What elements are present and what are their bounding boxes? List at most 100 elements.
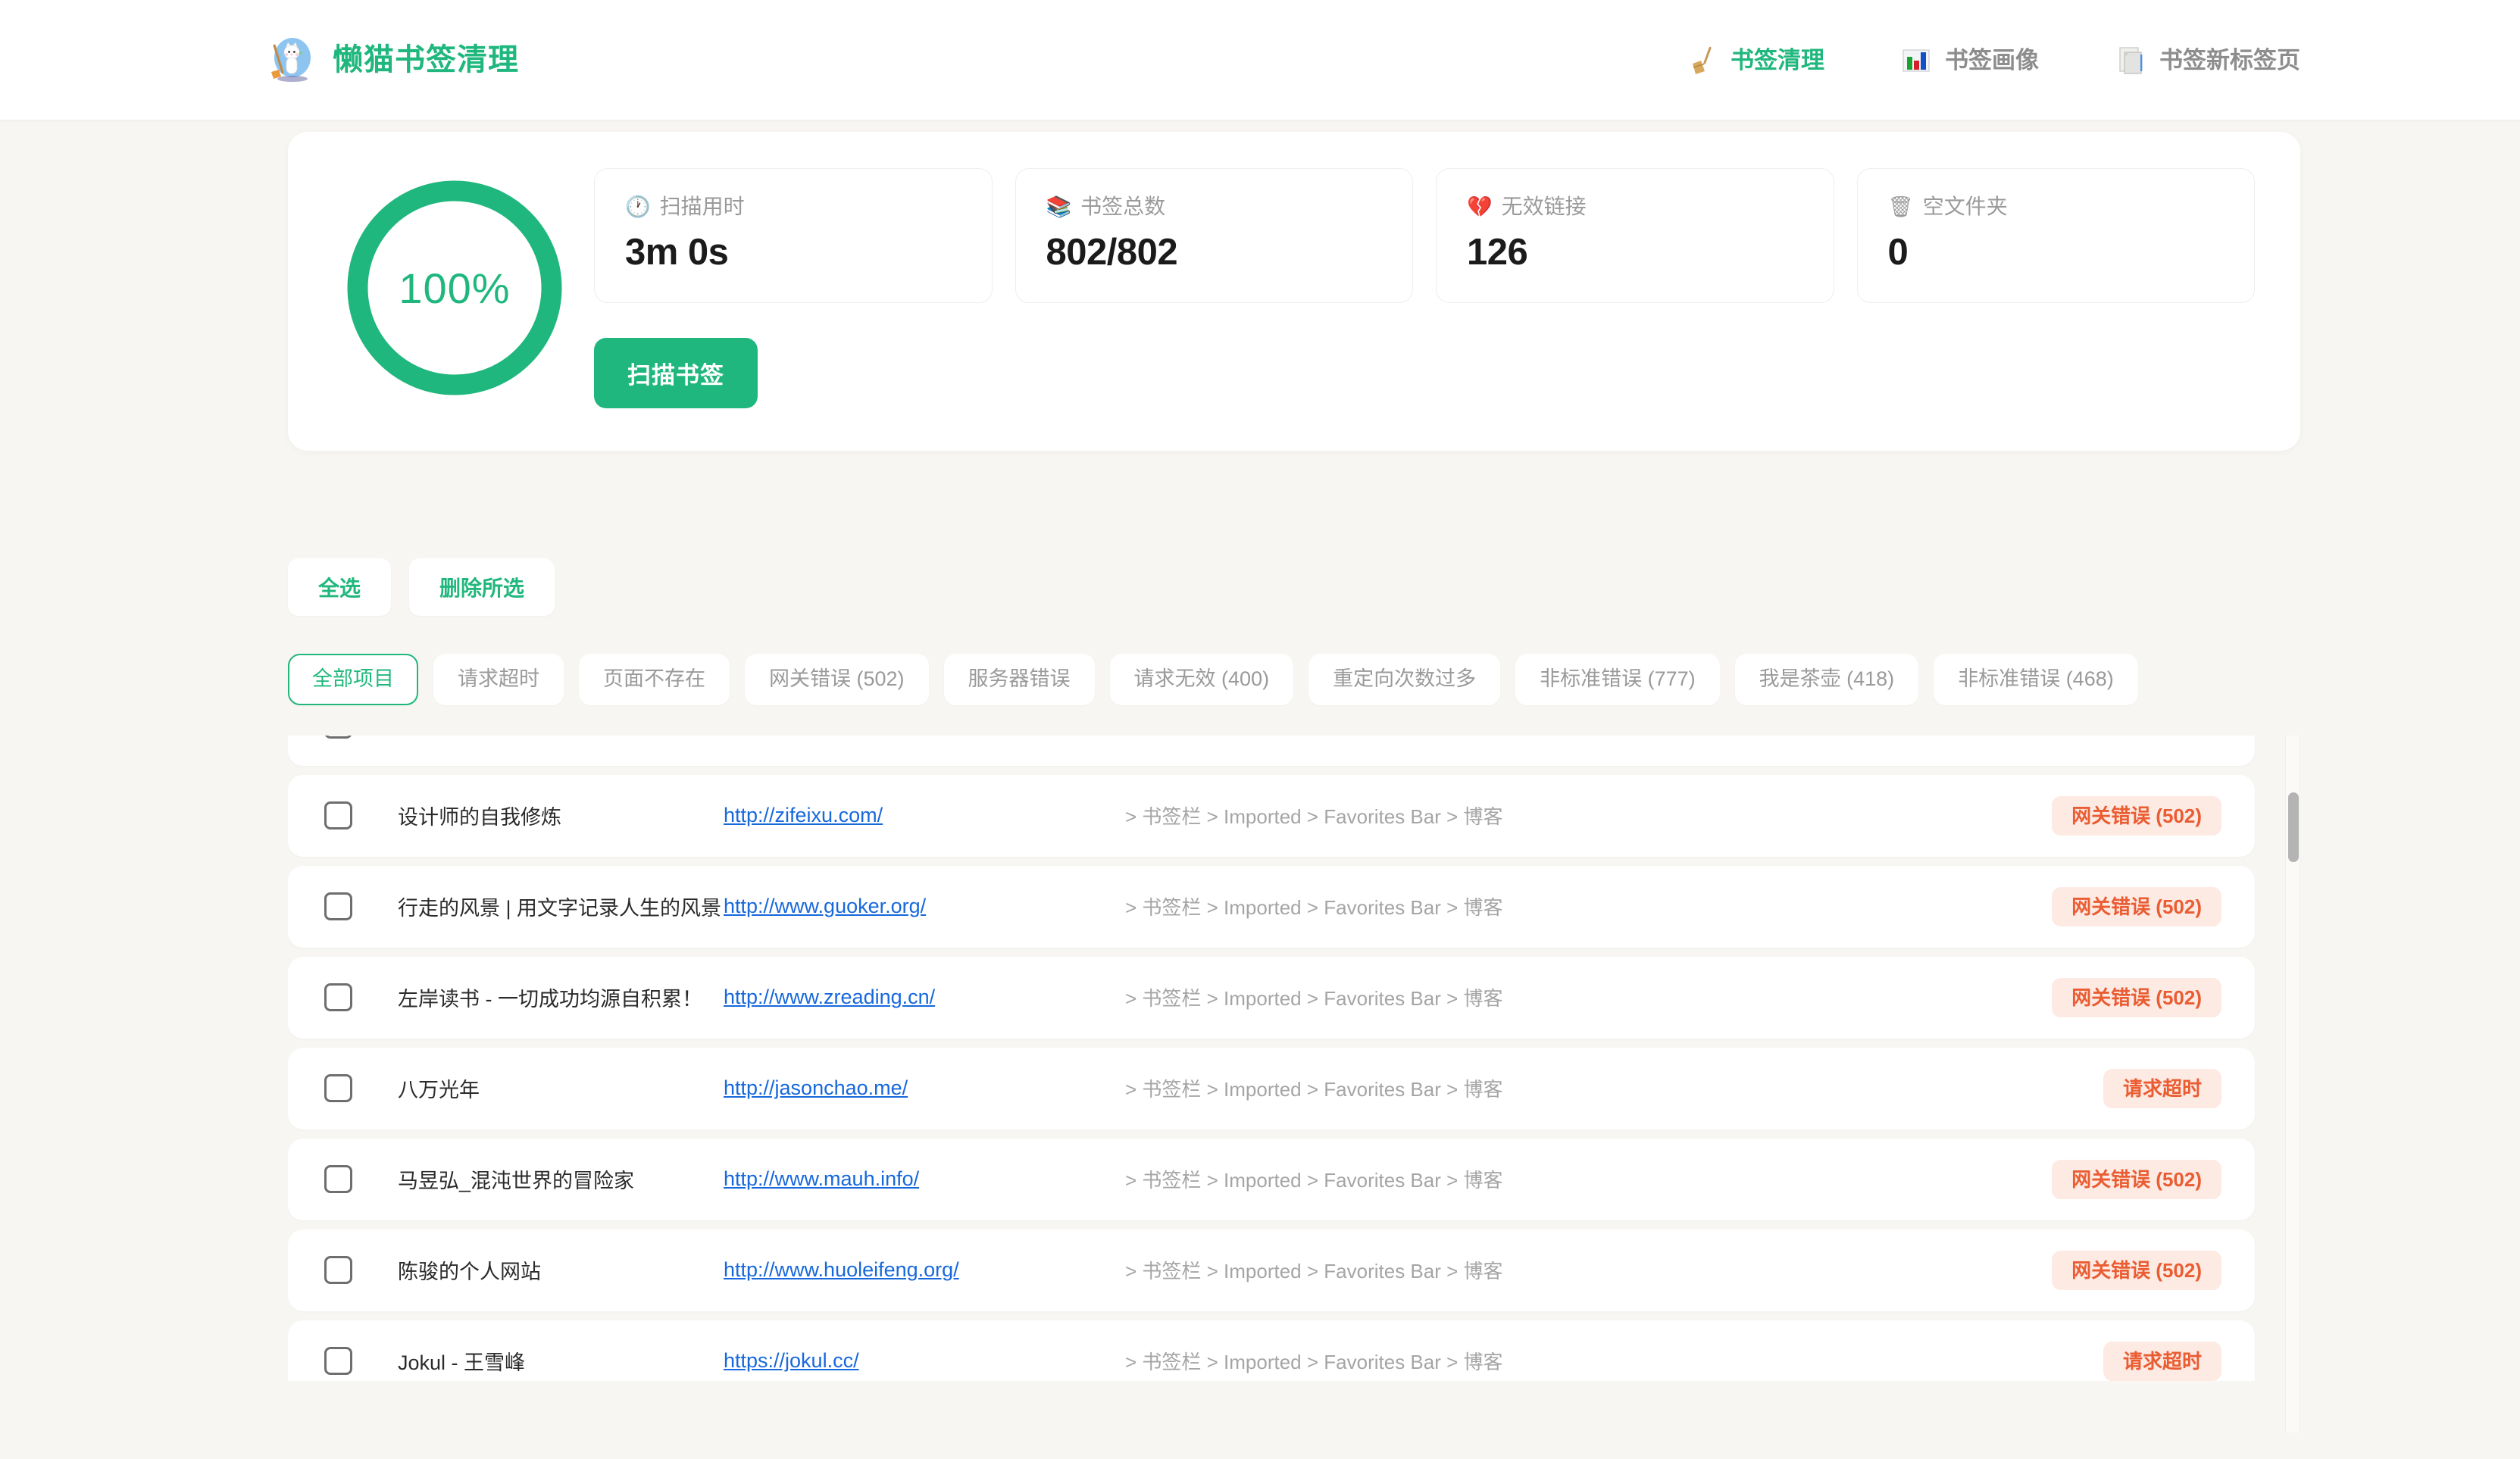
stat-label: 空文件夹 <box>1922 195 2008 218</box>
scan-bookmarks-button[interactable]: 扫描书签 <box>594 338 758 408</box>
nav-label: 书签清理 <box>1731 46 1824 73</box>
row-checkbox[interactable] <box>324 892 352 921</box>
row-checkbox[interactable] <box>324 1074 352 1103</box>
nav-item-bookmark-newtab[interactable]: 书签新标签页 <box>2115 44 2300 76</box>
row-path: > 书签栏 > Imported > Favorites Bar > 博客 <box>1125 1078 1503 1101</box>
row-url-link[interactable]: http://jasonchao.me/ <box>724 1076 1125 1100</box>
filter-chip-nonstandard-468[interactable]: 非标准错误 (468) <box>1934 654 2138 705</box>
row-path: > 书签栏 > Imported > Favorites Bar > 博客 <box>1125 896 1503 920</box>
stat-label: 书签总数 <box>1080 195 1166 218</box>
wastebasket-icon: 🗑 <box>1887 195 1914 218</box>
stat-head: 🗑 空文件夹 <box>1888 196 2225 217</box>
action-row: 全选 删除所选 <box>288 558 2300 616</box>
stat-card-empty-folders: 🗑 空文件夹 0 <box>1856 168 2255 303</box>
books-icon: 📚 <box>1046 195 1072 218</box>
table-row[interactable]: 陈骏的个人网站 http://www.huoleifeng.org/ > 书签栏… <box>288 1229 2255 1311</box>
row-checkbox[interactable] <box>324 983 352 1012</box>
table-row[interactable]: 左岸读书 - 一切成功均源自积累！ http://www.zreading.cn… <box>288 956 2255 1039</box>
row-path: > 书签栏 > Imported > Favorites Bar > 博客 <box>1125 987 1503 1011</box>
stat-head: 🕐 扫描用时 <box>625 196 961 217</box>
stat-head: 📚 书签总数 <box>1046 196 1383 217</box>
table-row[interactable]: 设计师的自我修炼 http://zifeixu.com/ > 书签栏 > Imp… <box>288 774 2255 857</box>
filter-chip-server-error[interactable]: 服务器错误 <box>943 654 1095 705</box>
filter-chip-row: 全部项目 请求超时 页面不存在 网关错误 (502) 服务器错误 请求无效 (4… <box>288 654 2300 705</box>
row-checkbox[interactable] <box>324 1347 352 1376</box>
bookmark-list-wrap: 设计师的自我修炼 http://zifeixu.com/ > 书签栏 > Imp… <box>288 735 2300 1432</box>
row-title: 行走的风景 | 用文字记录人生的风景 <box>398 897 722 920</box>
filter-chip-too-many-redirects[interactable]: 重定向次数过多 <box>1308 654 1501 705</box>
table-row[interactable] <box>288 735 2255 766</box>
select-all-button[interactable]: 全选 <box>288 558 392 616</box>
table-row[interactable]: 马昱弘_混沌世界的冒险家 http://www.mauh.info/ > 书签栏… <box>288 1138 2255 1220</box>
status-badge: 请求超时 <box>2103 1341 2221 1381</box>
stat-value: 126 <box>1467 232 1528 273</box>
app-header: 懒猫书签清理 书签清理 书签画像 书签新标签页 <box>0 0 2520 120</box>
row-checkbox[interactable] <box>324 801 352 830</box>
scan-summary-card: 100% 🕐 扫描用时 3m 0s 📚 书签总数 802/802 💔 无效链接 … <box>288 132 2300 451</box>
row-url-link[interactable]: http://www.guoker.org/ <box>724 895 1125 918</box>
progress-ring-wrap: 100% <box>333 168 576 401</box>
stat-card-invalid-links: 💔 无效链接 126 <box>1436 168 1834 303</box>
stat-label: 无效链接 <box>1501 195 1587 218</box>
scrollbar-thumb[interactable] <box>2288 792 2299 862</box>
clock-icon: 🕐 <box>625 195 651 218</box>
row-url-link[interactable]: http://www.mauh.info/ <box>724 1167 1125 1191</box>
stat-label: 扫描用时 <box>659 195 745 218</box>
filter-chip-teapot-418[interactable]: 我是茶壶 (418) <box>1734 654 1919 705</box>
nav-label: 书签新标签页 <box>2159 46 2300 73</box>
row-title: 陈骏的个人网站 <box>398 1261 541 1284</box>
brand[interactable]: 懒猫书签清理 <box>269 36 519 83</box>
stat-value: 802/802 <box>1046 232 1178 273</box>
broken-heart-icon: 💔 <box>1467 195 1493 218</box>
row-title: 设计师的自我修炼 <box>398 806 561 829</box>
row-title: 八万光年 <box>398 1079 480 1102</box>
row-path: > 书签栏 > Imported > Favorites Bar > 博客 <box>1125 1351 1503 1374</box>
filter-chip-gateway-502[interactable]: 网关错误 (502) <box>745 654 929 705</box>
progress-percent-label: 100% <box>399 264 511 312</box>
stat-card-total-bookmarks: 📚 书签总数 802/802 <box>1015 168 1413 303</box>
summary-right: 🕐 扫描用时 3m 0s 📚 书签总数 802/802 💔 无效链接 126 🗑… <box>576 168 2255 408</box>
row-url-link[interactable]: https://jokul.cc/ <box>724 1349 1125 1373</box>
new-tab-page-icon <box>2115 44 2146 76</box>
cat-with-broom-logo <box>269 36 316 83</box>
row-checkbox[interactable] <box>324 735 352 739</box>
stat-value: 3m 0s <box>625 232 729 273</box>
row-url-link[interactable]: http://zifeixu.com/ <box>724 804 1125 827</box>
status-badge: 请求超时 <box>2103 1068 2221 1108</box>
broom-icon <box>1686 44 1718 76</box>
filter-chip-notfound[interactable]: 页面不存在 <box>579 654 730 705</box>
table-row[interactable]: 八万光年 http://jasonchao.me/ > 书签栏 > Import… <box>288 1047 2255 1129</box>
filter-chip-nonstandard-777[interactable]: 非标准错误 (777) <box>1515 654 1720 705</box>
bar-chart-icon <box>1900 44 1932 76</box>
status-badge: 网关错误 (502) <box>2052 795 2221 836</box>
main-nav: 书签清理 书签画像 书签新标签页 <box>1686 44 2300 76</box>
stat-card-scan-time: 🕐 扫描用时 3m 0s <box>594 168 993 303</box>
filter-chip-all[interactable]: 全部项目 <box>288 654 418 705</box>
row-title: Jokul - 王雪峰 <box>398 1351 526 1375</box>
stat-head: 💔 无效链接 <box>1467 196 1803 217</box>
stats-row: 🕐 扫描用时 3m 0s 📚 书签总数 802/802 💔 无效链接 126 🗑… <box>594 168 2255 303</box>
status-badge: 网关错误 (502) <box>2052 1250 2221 1290</box>
row-title: 马昱弘_混沌世界的冒险家 <box>398 1170 635 1193</box>
status-badge: 网关错误 (502) <box>2052 977 2221 1017</box>
list-scrollbar[interactable] <box>2285 735 2300 1432</box>
row-checkbox[interactable] <box>324 1165 352 1194</box>
status-badge: 网关错误 (502) <box>2052 886 2221 926</box>
row-title: 左岸读书 - 一切成功均源自积累！ <box>398 988 702 1011</box>
filter-chip-bad-request-400[interactable]: 请求无效 (400) <box>1109 654 1294 705</box>
row-url-link[interactable]: http://www.huoleifeng.org/ <box>724 1258 1125 1282</box>
table-row[interactable]: Jokul - 王雪峰 https://jokul.cc/ > 书签栏 > Im… <box>288 1320 2255 1381</box>
row-url-link[interactable]: http://www.zreading.cn/ <box>724 986 1125 1009</box>
nav-item-bookmark-profile[interactable]: 书签画像 <box>1900 44 2039 76</box>
row-path: > 书签栏 > Imported > Favorites Bar > 博客 <box>1125 1260 1503 1283</box>
delete-selected-button[interactable]: 删除所选 <box>409 558 555 616</box>
bookmark-list: 设计师的自我修炼 http://zifeixu.com/ > 书签栏 > Imp… <box>288 735 2300 1381</box>
filter-chip-timeout[interactable]: 请求超时 <box>433 654 564 705</box>
app-title: 懒猫书签清理 <box>333 43 519 77</box>
row-path: > 书签栏 > Imported > Favorites Bar > 博客 <box>1125 1169 1503 1192</box>
table-row[interactable]: 行走的风景 | 用文字记录人生的风景 http://www.guoker.org… <box>288 865 2255 948</box>
nav-item-bookmark-cleanup[interactable]: 书签清理 <box>1686 44 1824 76</box>
page-content: 100% 🕐 扫描用时 3m 0s 📚 书签总数 802/802 💔 无效链接 … <box>0 132 2520 1432</box>
row-path: > 书签栏 > Imported > Favorites Bar > 博客 <box>1125 805 1503 829</box>
row-checkbox[interactable] <box>324 1256 352 1285</box>
